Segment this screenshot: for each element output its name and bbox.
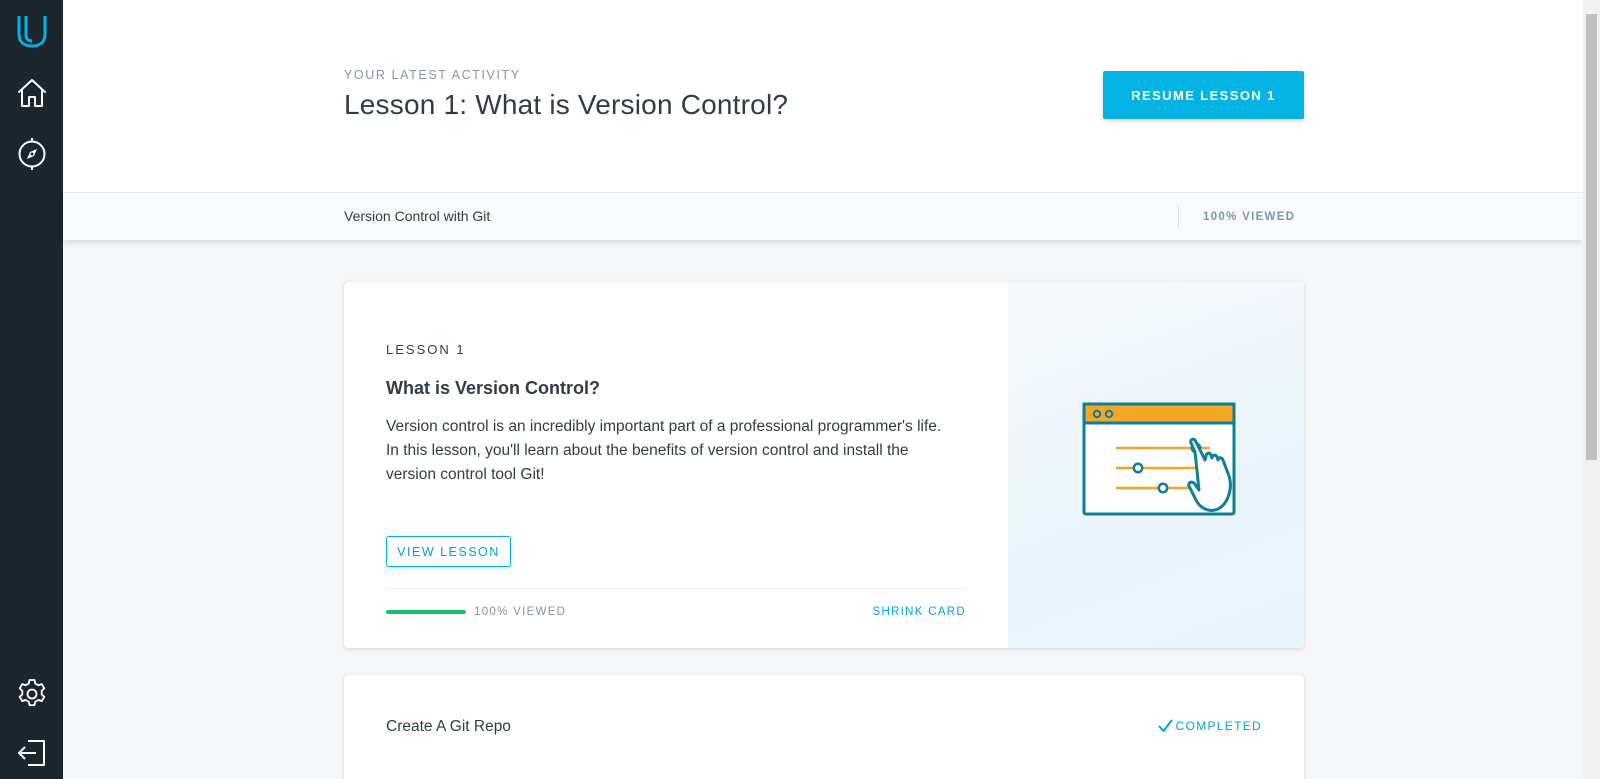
compass-icon[interactable] — [0, 129, 63, 179]
scrollbar-thumb[interactable] — [1586, 14, 1597, 460]
lesson-viewed-status: 100% VIEWED — [474, 606, 567, 618]
browser-sliders-illustration-icon — [1082, 402, 1236, 516]
lesson-description: Version control is an incredibly importa… — [386, 418, 942, 483]
course-strip: Version Control with Git 100% VIEWED — [63, 192, 1583, 240]
page-title: Lesson 1: What is Version Control? — [344, 89, 789, 120]
resume-lesson-button[interactable]: RESUME LESSON 1 — [1103, 71, 1304, 119]
view-lesson-button[interactable]: VIEW LESSON — [386, 536, 511, 567]
latest-activity-label: YOUR LATEST ACTIVITY — [344, 68, 521, 82]
page-scrollbar[interactable] — [1583, 0, 1600, 779]
lesson-illustration-panel — [1008, 282, 1304, 648]
lesson-title: Create A Git Repo — [386, 718, 511, 735]
completed-label: COMPLETED — [1175, 719, 1262, 733]
udacity-logo-icon[interactable] — [0, 6, 63, 56]
shrink-card-link[interactable]: SHRINK CARD — [872, 606, 966, 618]
card-divider — [386, 588, 966, 589]
completed-status: COMPLETED — [1158, 719, 1262, 733]
checkmark-icon — [1158, 719, 1173, 732]
lesson-progress-fill — [386, 610, 466, 614]
lesson-card-collapsed[interactable]: Create A Git Repo COMPLETED — [344, 675, 1304, 779]
strip-divider — [1178, 206, 1179, 228]
latest-activity-header: YOUR LATEST ACTIVITY Lesson 1: What is V… — [63, 0, 1583, 192]
lesson-card-content: LESSON 1 What is Version Control? Versio… — [344, 282, 1008, 648]
lesson-title: What is Version Control? — [386, 378, 601, 398]
sidebar — [0, 0, 63, 779]
gear-icon[interactable] — [0, 669, 63, 719]
logout-icon[interactable] — [0, 728, 63, 778]
lesson-card: LESSON 1 What is Version Control? Versio… — [344, 282, 1304, 648]
home-icon[interactable] — [0, 68, 63, 118]
lesson-progress-bar — [386, 610, 466, 614]
lesson-number-label: LESSON 1 — [386, 342, 466, 357]
course-title[interactable]: Version Control with Git — [344, 208, 490, 224]
course-viewed-status: 100% VIEWED — [1203, 211, 1296, 223]
